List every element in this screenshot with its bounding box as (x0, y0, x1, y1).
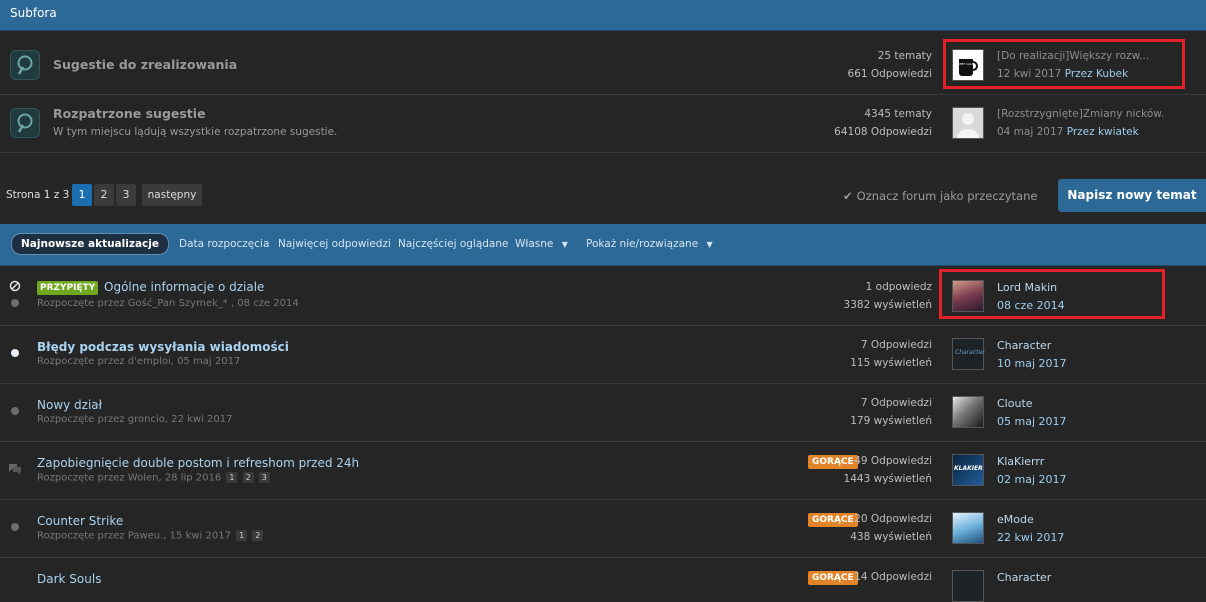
topic-page-link[interactable]: 2 (242, 472, 254, 483)
topic-meta: Rozpoczęte przez d'emploi, 05 maj 2017 (37, 356, 241, 367)
topic-views: 179 wyświetleń (850, 415, 932, 427)
last-post-author[interactable]: Przez kwiatek (1067, 126, 1139, 138)
last-post-title[interactable]: [Rozstrzygnięte]Zmiany nicków. (997, 108, 1164, 120)
topic-row[interactable]: Dark Souls GORĄCE 14 Odpowiedzi Characte… (0, 558, 1206, 602)
topic-replies: 14 Odpowiedzi (854, 571, 932, 583)
topic-views: 115 wyświetleń (850, 357, 932, 369)
topic-views: 3382 wyświetleń (843, 299, 932, 311)
topic-page-link[interactable]: 1 (226, 472, 238, 483)
last-poster[interactable]: Character (997, 339, 1051, 352)
last-poster[interactable]: KlaKierrr (997, 455, 1044, 468)
page-1-button[interactable]: 1 (72, 184, 92, 206)
topic-title[interactable]: Zapobiegnięcie double postom i refreshom… (37, 456, 359, 470)
last-poster[interactable]: Character (997, 571, 1051, 584)
chat-bubbles-icon (8, 463, 22, 478)
topic-replies: 20 Odpowiedzi (854, 513, 932, 525)
filter-custom-label: Własne (515, 238, 554, 250)
topic-title[interactable]: Dark Souls (37, 572, 101, 586)
pagination-label: Strona 1 z 3 (6, 189, 70, 201)
topic-row[interactable]: Błędy podczas wysyłania wiadomości Rozpo… (0, 326, 1206, 384)
avatar[interactable] (952, 107, 984, 139)
page-2-button[interactable]: 2 (94, 184, 114, 206)
chevron-down-icon: ▼ (706, 240, 713, 249)
page-3-button[interactable]: 3 (116, 184, 136, 206)
topic-meta: Rozpoczęte przez Gość_Pan Szymek_* , 08 … (37, 298, 299, 309)
filter-most-viewed[interactable]: Najczęściej oglądane (398, 238, 508, 250)
avatar[interactable] (952, 570, 984, 602)
hot-badge: GORĄCE (808, 455, 858, 469)
topic-status-dot (11, 407, 19, 415)
filter-solved-label: Pokaż nie/rozwiązane (586, 238, 699, 250)
forum-read-icon (10, 108, 40, 138)
pinned-badge: PRZYPIĘTY (37, 281, 99, 295)
forum-topics-count: 25 tematy (877, 50, 932, 62)
filter-latest-button[interactable]: Najnowsze aktualizacje (11, 233, 169, 255)
topic-row[interactable]: Counter Strike Rozpoczęte przez Paweu., … (0, 500, 1206, 558)
filter-start-date[interactable]: Data rozpoczęcia (179, 238, 269, 250)
topic-replies: 7 Odpowiedzi (860, 339, 932, 351)
topic-page-link[interactable]: 3 (258, 472, 270, 483)
forum-row[interactable]: Rozpatrzone sugestie W tym miejscu ląduj… (0, 95, 1206, 153)
last-poster[interactable]: Cloute (997, 397, 1033, 410)
topic-title[interactable]: Nowy dział (37, 398, 102, 412)
topic-replies: 1 odpowiedz (865, 281, 932, 293)
topic-row[interactable]: Nowy dział Rozpoczęte przez groncio, 22 … (0, 384, 1206, 442)
forum-title[interactable]: Rozpatrzone sugestie (53, 106, 206, 121)
topic-title[interactable]: Błędy podczas wysyłania wiadomości (37, 340, 289, 354)
topic-meta-text: Rozpoczęte przez Wolen, 28 lip 2016 (37, 472, 222, 484)
topic-page-link[interactable]: 1 (236, 530, 248, 541)
last-post-date[interactable]: 02 maj 2017 (997, 473, 1067, 486)
topic-meta-text: Rozpoczęte przez Paweu., 15 kwi 2017 (37, 530, 231, 542)
forum-read-icon (10, 50, 40, 80)
forum-topics-count: 4345 tematy (864, 108, 932, 120)
topic-replies: 7 Odpowiedzi (860, 397, 932, 409)
mark-read-label: Oznacz forum jako przeczytane (856, 189, 1038, 203)
last-post-meta: 04 maj 2017 Przez kwiatek (997, 126, 1139, 138)
forum-title[interactable]: Sugestie do zrealizowania (53, 57, 237, 72)
avatar-text: KLAKIER (954, 465, 983, 472)
avatar[interactable] (952, 396, 984, 428)
chevron-down-icon: ▼ (561, 240, 568, 249)
avatar[interactable]: Character (952, 338, 985, 370)
topic-status-dot (11, 349, 19, 357)
hot-badge: GORĄCE (808, 513, 858, 527)
forum-replies-count: 64108 Odpowiedzi (834, 126, 932, 138)
avatar[interactable] (952, 512, 984, 544)
topic-page-link[interactable]: 2 (252, 530, 264, 541)
last-post-date[interactable]: 22 kwi 2017 (997, 531, 1064, 544)
last-post-date[interactable]: 05 maj 2017 (997, 415, 1067, 428)
highlight-box (939, 269, 1165, 319)
avatar-text: Character (955, 349, 985, 356)
topic-meta: Rozpoczęte przez groncio, 22 kwi 2017 (37, 414, 233, 425)
forum-description: W tym miejscu lądują wszystkie rozpatrzo… (53, 126, 338, 138)
topic-views: 438 wyświetleń (850, 531, 932, 543)
mark-read-link[interactable]: ✔ Oznacz forum jako przeczytane (843, 189, 1037, 203)
filter-most-replies[interactable]: Najwięcej odpowiedzi (278, 238, 391, 250)
last-post-date[interactable]: 10 maj 2017 (997, 357, 1067, 370)
topic-status-dot (11, 299, 19, 307)
topic-row[interactable]: Zapobiegnięcie double postom i refreshom… (0, 442, 1206, 500)
filter-solved[interactable]: Pokaż nie/rozwiązane ▼ (586, 238, 713, 250)
new-topic-button[interactable]: Napisz nowy temat (1058, 179, 1206, 212)
filter-custom[interactable]: Własne ▼ (515, 238, 568, 250)
check-icon: ✔ (843, 189, 853, 203)
highlight-box (943, 39, 1185, 89)
forum-replies-count: 661 Odpowiedzi (847, 68, 932, 80)
topic-replies: 49 Odpowiedzi (854, 455, 932, 467)
last-post-date: 04 maj 2017 (997, 126, 1064, 138)
next-page-button[interactable]: następny (142, 184, 202, 206)
avatar[interactable]: KLAKIER (952, 454, 984, 486)
topic-views: 1443 wyświetleń (843, 473, 932, 485)
subfora-title: Subfora (10, 6, 57, 20)
topic-title[interactable]: Counter Strike (37, 514, 123, 528)
topic-title[interactable]: Ogólne informacje o dziale (104, 280, 264, 294)
topic-meta: Rozpoczęte przez Wolen, 28 lip 2016 1 2 … (37, 472, 270, 484)
subfora-header: Subfora (0, 0, 1206, 31)
last-poster[interactable]: eMode (997, 513, 1034, 526)
topic-meta: Rozpoczęte przez Paweu., 15 kwi 2017 1 2 (37, 530, 264, 542)
pinned-icon (9, 280, 21, 295)
topic-status-dot (11, 523, 19, 531)
